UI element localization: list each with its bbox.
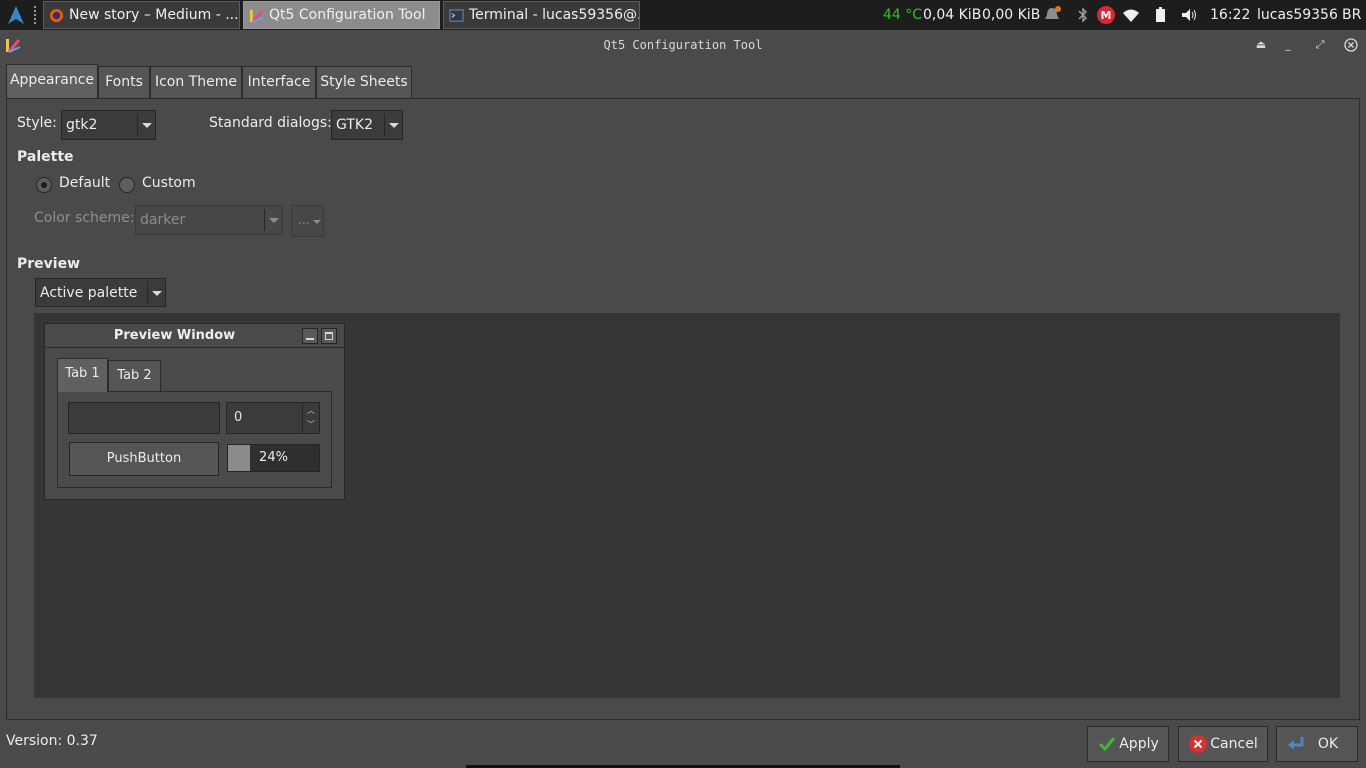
ok-button[interactable]: OK (1276, 726, 1358, 762)
chevron-down-icon (147, 282, 165, 304)
preview-tab-2[interactable]: Tab 2 (108, 360, 161, 392)
maximize-icon[interactable]: ⤢ (1313, 38, 1327, 52)
tab-icon-theme[interactable]: Icon Theme (150, 66, 242, 99)
palette-custom-radio[interactable] (119, 177, 135, 193)
taskbar-item-label: Qt5 Configuration Tool (269, 7, 426, 23)
preview-tab-label: Tab 2 (117, 368, 152, 383)
preview-push-button-label: PushButton (106, 451, 182, 466)
preview-heading: Preview (17, 256, 81, 272)
notification-bell-icon[interactable] (1043, 6, 1061, 24)
net-download-speed: 0,04 KiB (923, 7, 982, 23)
preview-tab-label: Tab 1 (65, 366, 100, 381)
net-upload-speed: 0,00 KiB (982, 7, 1041, 23)
taskbar-item-label: New story – Medium - ... (69, 7, 239, 23)
bluetooth-icon[interactable] (1074, 6, 1092, 24)
spin-down-icon[interactable]: ﹀ (307, 420, 315, 430)
top-panel: New story – Medium - ... Qt5 Configurati… (0, 0, 1366, 30)
preview-maximize-icon[interactable] (321, 328, 337, 344)
keyboard-layout[interactable]: BR (1342, 0, 1361, 30)
palette-heading: Palette (17, 149, 74, 165)
ok-label: OK (1317, 736, 1339, 752)
chevron-down-icon (384, 114, 402, 136)
terminal-icon (449, 9, 464, 22)
color-scheme-value: darker (140, 212, 186, 228)
taskbar-item-terminal[interactable]: Terminal - lucas59356@... (443, 1, 640, 29)
preview-push-button[interactable]: PushButton (69, 442, 219, 476)
panel-separator (34, 6, 38, 24)
standard-dialogs-label: Standard dialogs: (209, 115, 332, 131)
standard-dialogs-combobox[interactable]: GTK2 (331, 110, 403, 140)
tab-interface[interactable]: Interface (242, 66, 316, 99)
style-label: Style: (17, 115, 57, 131)
chevron-down-icon (313, 220, 321, 224)
progress-text: 24% (259, 450, 288, 465)
taskbar-item-label: Terminal - lucas59356@... (469, 7, 640, 23)
qt5ct-icon (249, 9, 264, 23)
palette-default-radio[interactable] (36, 177, 52, 193)
tab-style-sheets[interactable]: Style Sheets (316, 66, 412, 99)
progress-fill (228, 445, 250, 471)
username[interactable]: lucas59356 (1257, 0, 1338, 30)
preview-line-edit[interactable] (68, 402, 220, 434)
preview-spinbox[interactable]: 0 ︿ ﹀ (226, 402, 320, 434)
cancel-button[interactable]: Cancel (1178, 726, 1268, 762)
palette-default-label[interactable]: Default (59, 175, 110, 191)
tab-label: Appearance (9, 72, 95, 88)
preview-minimize-icon[interactable] (302, 328, 318, 344)
window-title: Qt5 Configuration Tool (603, 38, 763, 52)
window-titlebar[interactable]: Qt5 Configuration Tool ⏏ _ ⤢ (0, 30, 1366, 60)
wifi-icon[interactable] (1122, 6, 1140, 24)
palette-custom-label[interactable]: Custom (142, 175, 196, 191)
style-combobox[interactable]: gtk2 (61, 110, 156, 140)
style-combobox-value: gtk2 (66, 117, 98, 133)
preview-progress-bar: 24% (227, 444, 320, 472)
minimize-icon[interactable]: _ (1281, 38, 1295, 52)
tab-label: Fonts (105, 74, 143, 90)
chevron-down-icon (137, 114, 155, 136)
apply-label: Apply (1119, 736, 1159, 752)
clock[interactable]: 16:22 (1210, 0, 1250, 30)
color-scheme-combobox: darker (135, 205, 283, 235)
tab-fonts[interactable]: Fonts (98, 66, 150, 99)
color-scheme-menu-button: ... (291, 205, 324, 237)
taskbar-item-qt5ct[interactable]: Qt5 Configuration Tool (243, 1, 440, 29)
cpu-temperature: 44 °C (883, 7, 923, 23)
tab-label: Style Sheets (320, 74, 408, 90)
shade-icon[interactable]: ⏏ (1254, 38, 1268, 52)
preview-palette-value: Active palette (40, 285, 138, 301)
arch-logo-icon[interactable] (6, 5, 26, 25)
tab-label: Icon Theme (154, 74, 237, 90)
preview-tab-1[interactable]: Tab 1 (57, 358, 108, 392)
color-scheme-menu-label: ... (298, 213, 310, 227)
apply-button[interactable]: Apply (1087, 726, 1169, 762)
tab-appearance[interactable]: Appearance (6, 64, 98, 99)
tab-label: Interface (247, 74, 311, 90)
preview-window-title: Preview Window (45, 324, 344, 348)
chevron-down-icon (264, 209, 282, 231)
firefox-icon (49, 8, 64, 23)
standard-dialogs-value: GTK2 (336, 117, 373, 133)
taskbar-item-firefox[interactable]: New story – Medium - ... (43, 1, 240, 29)
close-icon[interactable] (1344, 38, 1358, 52)
preview-palette-combobox[interactable]: Active palette (35, 278, 166, 307)
svg-text:M: M (1101, 9, 1112, 22)
version-label: Version: 0.37 (6, 733, 98, 749)
spin-up-icon[interactable]: ︿ (307, 406, 315, 416)
spinbox-arrows[interactable]: ︿ ﹀ (302, 403, 319, 433)
color-scheme-label: Color scheme: (34, 210, 135, 226)
battery-icon[interactable] (1151, 6, 1169, 24)
cancel-label: Cancel (1210, 736, 1258, 752)
volume-icon[interactable] (1180, 6, 1198, 24)
mega-sync-icon[interactable]: M (1097, 6, 1115, 24)
preview-spinbox-value: 0 (234, 410, 243, 425)
